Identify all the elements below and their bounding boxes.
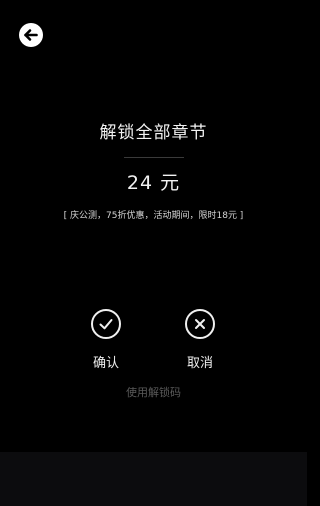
price-text: 24 元 <box>126 172 181 194</box>
back-button[interactable] <box>19 23 43 47</box>
bottom-bar <box>0 452 307 506</box>
confirm-button[interactable]: 确认 <box>76 309 136 373</box>
dialog-title: 解锁全部章节 <box>99 123 208 143</box>
close-circle-icon <box>185 309 215 339</box>
use-unlock-code-link[interactable]: 使用解锁码 <box>0 384 307 400</box>
promo-text: [ 庆公测，75折优惠，活动期间，限时18元 ] <box>63 211 244 221</box>
check-circle-icon <box>91 309 121 339</box>
title-divider <box>124 157 184 158</box>
confirm-label: 确认 <box>92 356 119 371</box>
arrow-left-icon <box>24 29 38 41</box>
cancel-label: 取消 <box>186 356 213 371</box>
cancel-button[interactable]: 取消 <box>170 309 230 373</box>
unlock-screen: 解锁全部章节 24 元 [ 庆公测，75折优惠，活动期间，限时18元 ] 确认 … <box>0 0 307 506</box>
